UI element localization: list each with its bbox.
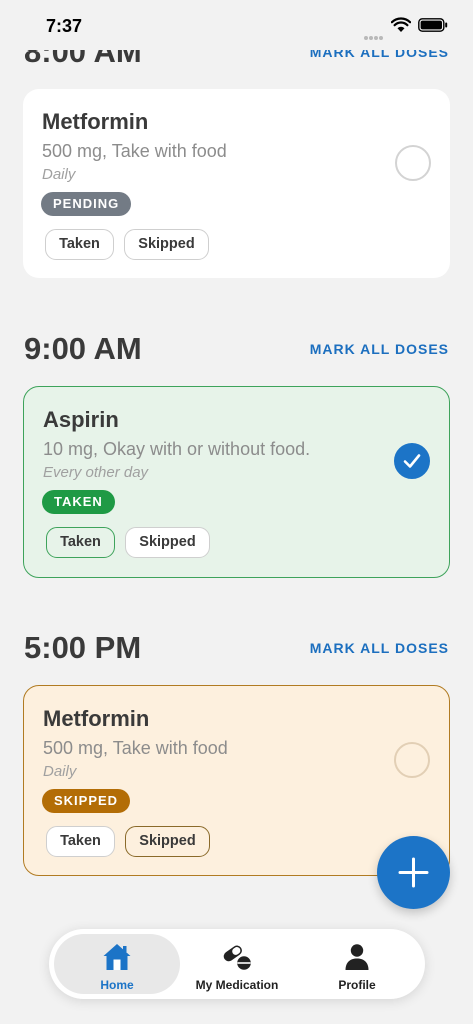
check-circle[interactable] [394,742,430,778]
home-icon [103,944,131,970]
taken-button[interactable]: Taken [45,229,114,260]
checkmark-icon [403,454,421,468]
cellular-signal-icon [364,27,386,40]
dose-card-aspirin-9am[interactable]: Aspirin 10 mg, Okay with or without food… [23,386,450,578]
person-icon [345,944,369,970]
skipped-button[interactable]: Skipped [125,527,210,558]
battery-icon [418,18,448,32]
bottom-nav: Home My Medication Profile [49,929,425,999]
skipped-button[interactable]: Skipped [125,826,210,857]
check-circle[interactable] [395,145,431,181]
add-medication-button[interactable] [377,836,450,909]
time-heading-5pm: 5:00 PM [24,630,142,665]
nav-item-profile[interactable]: Profile [294,934,420,994]
med-dose: 500 mg, Take with food [42,141,227,161]
mark-all-doses-button[interactable]: MARK ALL DOSES [310,341,449,357]
check-circle-checked[interactable] [394,443,430,479]
nav-label-my-medication: My Medication [195,978,279,992]
skipped-button[interactable]: Skipped [124,229,209,260]
status-bar: 7:37 [0,0,473,50]
med-frequency: Daily [43,763,77,780]
plus-icon [398,857,429,888]
med-name: Metformin [42,109,149,134]
status-badge: PENDING [41,192,132,216]
nav-item-my-medication[interactable]: My Medication [174,934,300,994]
status-badge: TAKEN [42,490,115,514]
pills-icon [223,945,251,970]
taken-button[interactable]: Taken [46,826,115,857]
med-name: Aspirin [43,407,119,432]
med-dose: 10 mg, Okay with or without food. [43,439,311,459]
time-heading-9am: 9:00 AM [24,331,142,366]
nav-item-home[interactable]: Home [54,934,180,994]
taken-button[interactable]: Taken [46,527,115,558]
status-time: 7:37 [46,16,83,36]
med-dose: 500 mg, Take with food [43,738,228,758]
med-name: Metformin [43,706,150,731]
nav-label-profile: Profile [338,978,376,992]
nav-label-home: Home [100,978,134,992]
med-frequency: Daily [42,166,76,183]
mark-all-doses-button[interactable]: MARK ALL DOSES [310,640,449,656]
dose-card-metformin-8am[interactable]: Metformin 500 mg, Take with food Daily P… [23,89,450,278]
med-frequency: Every other day [43,464,149,481]
wifi-icon [391,17,411,32]
status-badge: SKIPPED [42,789,131,813]
